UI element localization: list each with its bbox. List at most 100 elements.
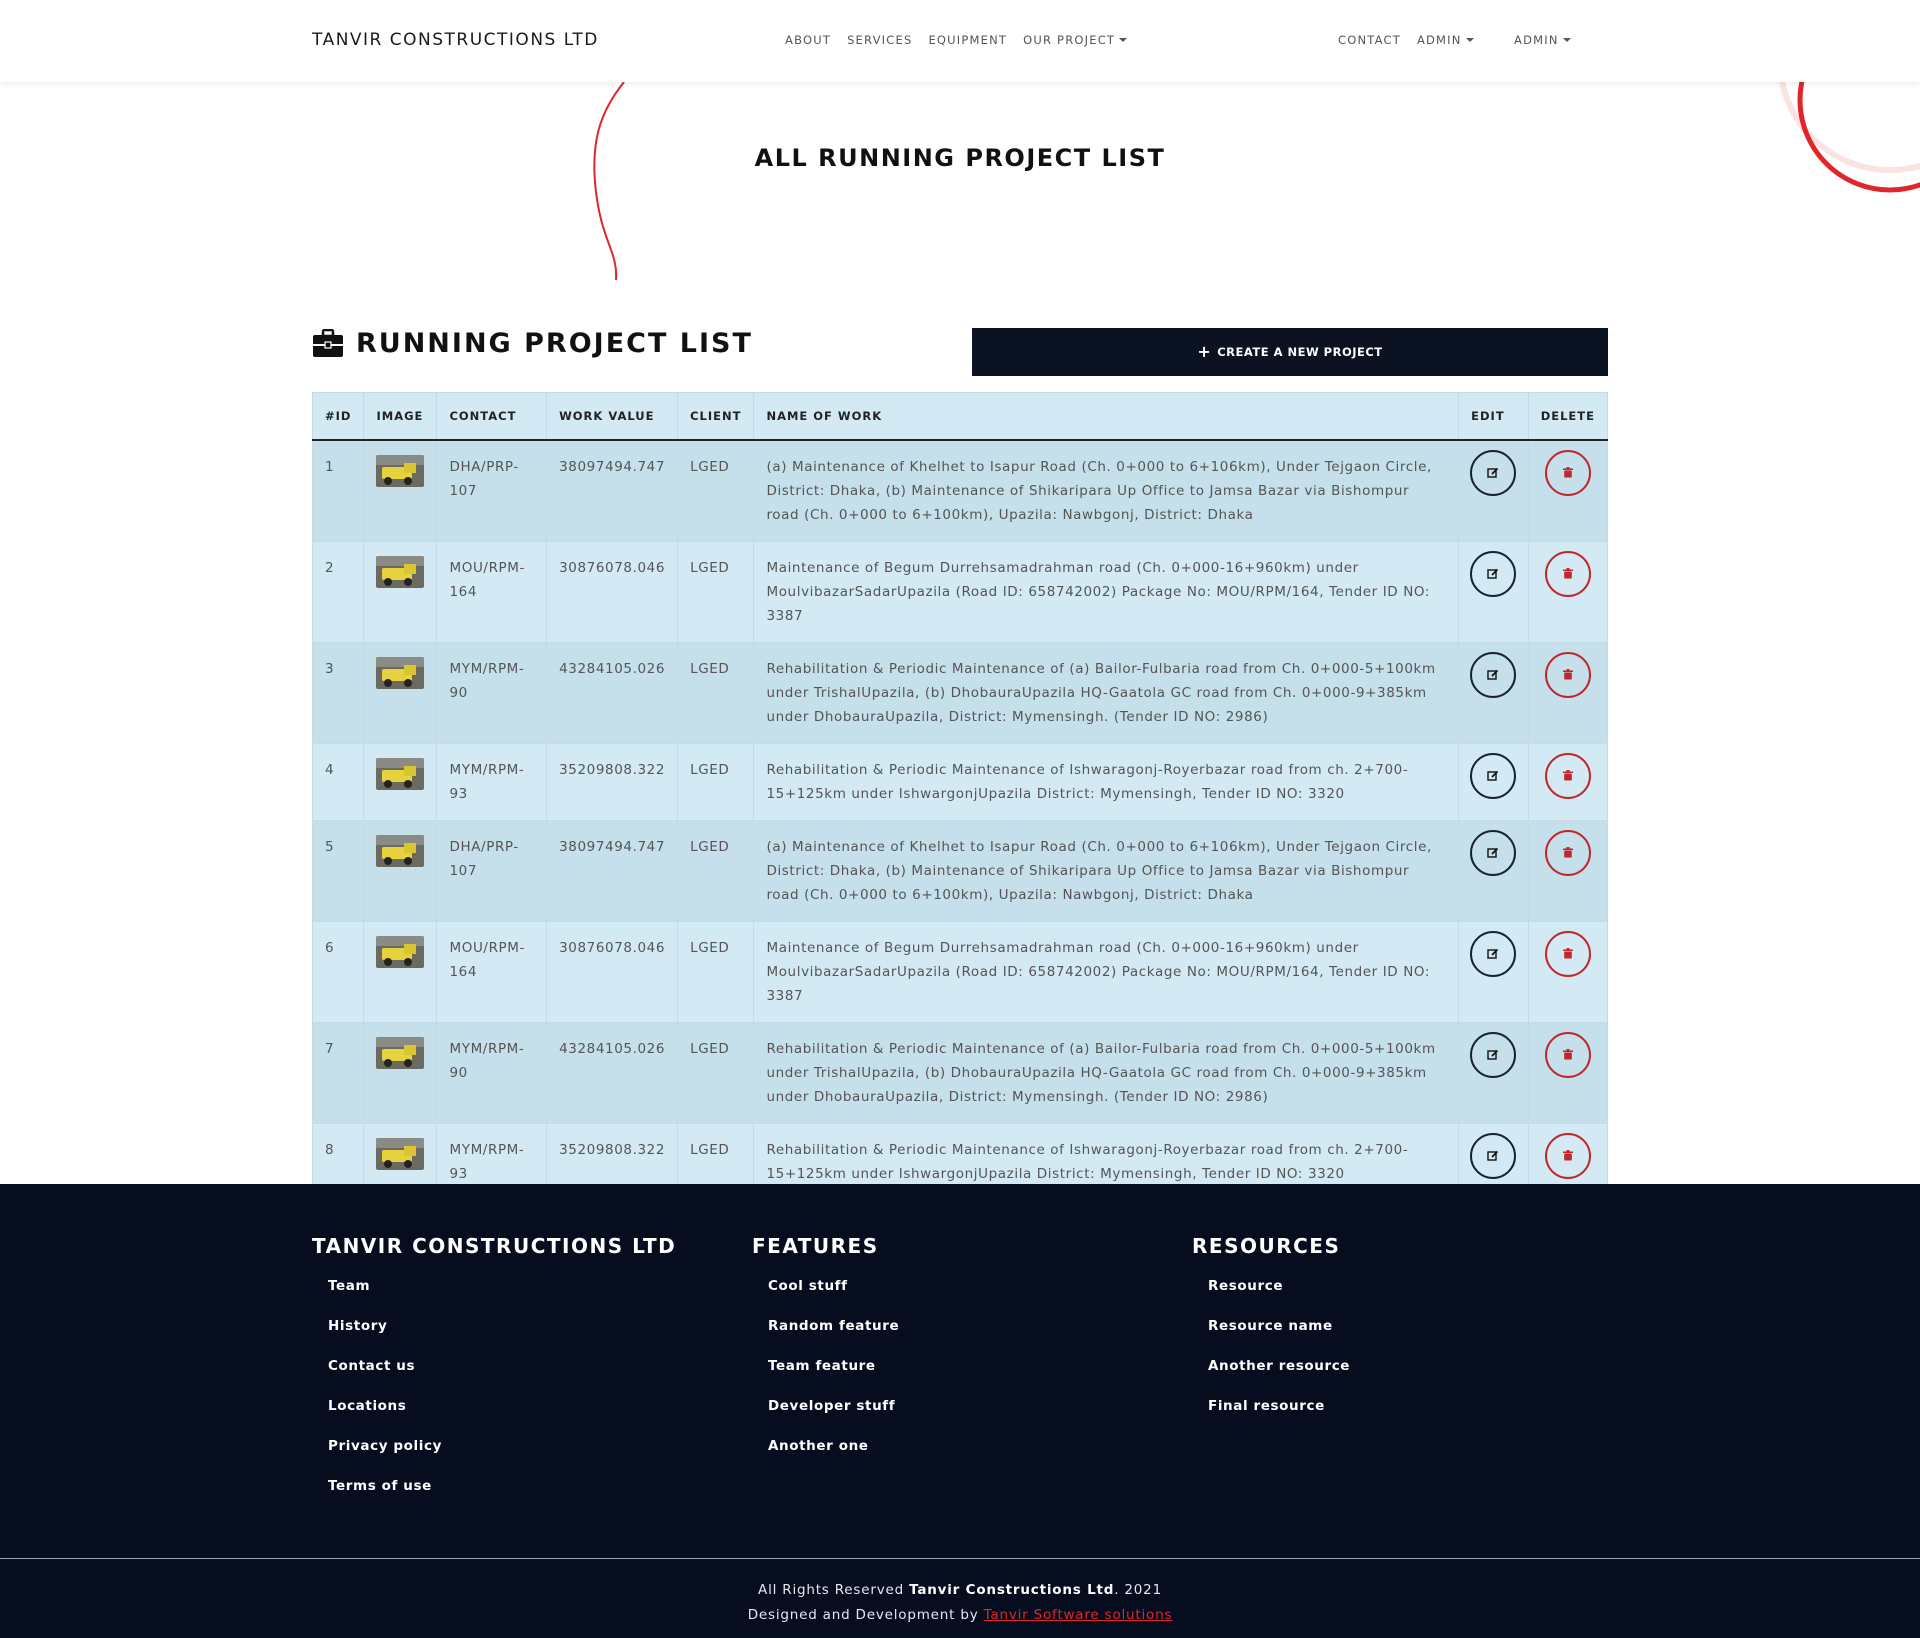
cell-name-of-work: (a) Maintenance of Khelhet to Isapur Roa… [753,439,1460,542]
cell-delete [1527,641,1609,744]
table-row: 3 MYM/RPM-90 43284105.026 LGED Rehabilitatio… [311,641,1609,744]
delete-button[interactable] [1544,550,1591,597]
nav-contact[interactable]: CONTACT [1338,33,1401,47]
footer-link[interactable]: Resource [1208,1278,1350,1318]
cell-work-value: 38097494.747 [546,819,679,922]
cell-id: 6 [311,920,365,1023]
delete-button[interactable] [1544,1132,1591,1179]
edit-button[interactable] [1470,930,1517,977]
nav-admin-dropdown[interactable]: ADMIN [1417,33,1474,47]
trash-icon [1562,467,1573,478]
footer-link[interactable]: Final resource [1208,1398,1350,1438]
delete-button[interactable] [1544,752,1591,799]
cell-client: LGED [677,742,755,821]
footer-link[interactable]: Cool stuff [768,1278,899,1318]
project-thumbnail [376,834,425,867]
create-project-label: CREATE A NEW PROJECT [1217,345,1383,359]
delete-button[interactable] [1544,651,1591,698]
footer-link[interactable]: Contact us [328,1358,676,1398]
cell-id: 5 [311,819,365,922]
edit-button[interactable] [1470,550,1517,597]
cell-name-of-work: Maintenance of Begum Durrehsamadrahman r… [753,920,1460,1023]
trash-icon [1562,1049,1573,1060]
cell-name-of-work: Maintenance of Begum Durrehsamadrahman r… [753,540,1460,643]
cell-work-value: 43284105.026 [546,1021,679,1124]
cell-contact: DHA/PRP-107 [436,439,548,542]
trash-icon [1562,770,1573,781]
footer-link[interactable]: Developer stuff [768,1398,899,1438]
briefcase-icon [313,328,343,357]
footer-divider [0,1558,1920,1559]
footer-copyright: All Rights Reserved Tanvir Constructions… [0,1578,1920,1628]
footer-link[interactable]: Random feature [768,1318,899,1358]
cell-client: LGED [677,819,755,922]
nav-services[interactable]: SERVICES [847,33,912,47]
edit-icon [1487,1049,1499,1060]
delete-button[interactable] [1544,449,1591,496]
footer-link[interactable]: Another resource [1208,1358,1350,1398]
footer-link[interactable]: History [328,1318,676,1358]
project-thumbnail [376,757,425,790]
cell-id: 4 [311,742,365,821]
col-id: #ID [311,392,365,441]
project-thumbnail [376,935,425,968]
cell-image [363,920,438,1023]
edit-icon [1487,568,1499,579]
project-thumbnail [376,1137,425,1170]
cell-work-value: 38097494.747 [546,439,679,542]
cell-delete [1527,439,1609,542]
project-thumbnail [376,555,425,588]
delete-button[interactable] [1544,930,1591,977]
cell-contact: MYM/RPM-93 [436,742,548,821]
cell-delete [1527,742,1609,821]
edit-button[interactable] [1470,449,1517,496]
edit-button[interactable] [1470,1031,1517,1078]
footer-link[interactable]: Team [328,1278,676,1318]
edit-button[interactable] [1470,752,1517,799]
footer-link[interactable]: Terms of use [328,1478,676,1518]
cell-delete [1527,920,1609,1023]
cell-image [363,819,438,922]
delete-button[interactable] [1544,829,1591,876]
edit-button[interactable] [1470,1132,1517,1179]
footer-link[interactable]: Locations [328,1398,676,1438]
cell-image [363,641,438,744]
cell-id: 2 [311,540,365,643]
nav-admin-dropdown-2[interactable]: ADMIN [1514,33,1571,47]
nav-our-project-dropdown[interactable]: OUR PROJECT [1023,33,1127,47]
col-image: IMAGE [363,392,438,441]
section-header: RUNNING PROJECT LIST [312,328,753,359]
designer-link[interactable]: Tanvir Software solutions [984,1607,1173,1623]
nav-equipment[interactable]: EQUIPMENT [928,33,1007,47]
cell-edit [1458,1021,1529,1124]
cell-name-of-work: (a) Maintenance of Khelhet to Isapur Roa… [753,819,1460,922]
trash-icon [1562,568,1573,579]
create-project-button[interactable]: + CREATE A NEW PROJECT [972,328,1608,376]
brand-logo-text[interactable]: TANVIR CONSTRUCTIONS LTD [312,30,599,50]
footer-link[interactable]: Team feature [768,1358,899,1398]
footer-link[interactable]: Resource name [1208,1318,1350,1358]
nav-about[interactable]: ABOUT [785,33,831,47]
decorative-red-curve [593,82,625,281]
cell-edit [1458,742,1529,821]
footer-link[interactable]: Another one [768,1438,899,1478]
project-thumbnail [376,454,425,487]
edit-icon [1487,770,1499,781]
cell-contact: MOU/RPM-164 [436,540,548,643]
right-nav-2: ADMIN [1514,33,1571,47]
cell-client: LGED [677,439,755,542]
cell-image [363,439,438,542]
cell-work-value: 35209808.322 [546,742,679,821]
edit-button[interactable] [1470,651,1517,698]
project-thumbnail [376,656,425,689]
delete-button[interactable] [1544,1031,1591,1078]
main-nav: ABOUT SERVICES EQUIPMENT OUR PROJECT [785,33,1127,47]
footer: TANVIR CONSTRUCTIONS LTD Team History Co… [0,1184,1920,1638]
table-row: 2 MOU/RPM-164 30876078.046 LGED Maintenance … [311,540,1609,643]
plus-icon: + [1197,342,1212,361]
cell-contact: DHA/PRP-107 [436,819,548,922]
footer-link[interactable]: Privacy policy [328,1438,676,1478]
cell-name-of-work: Rehabilitation & Periodic Maintenance of… [753,742,1460,821]
edit-button[interactable] [1470,829,1517,876]
trash-icon [1562,669,1573,680]
